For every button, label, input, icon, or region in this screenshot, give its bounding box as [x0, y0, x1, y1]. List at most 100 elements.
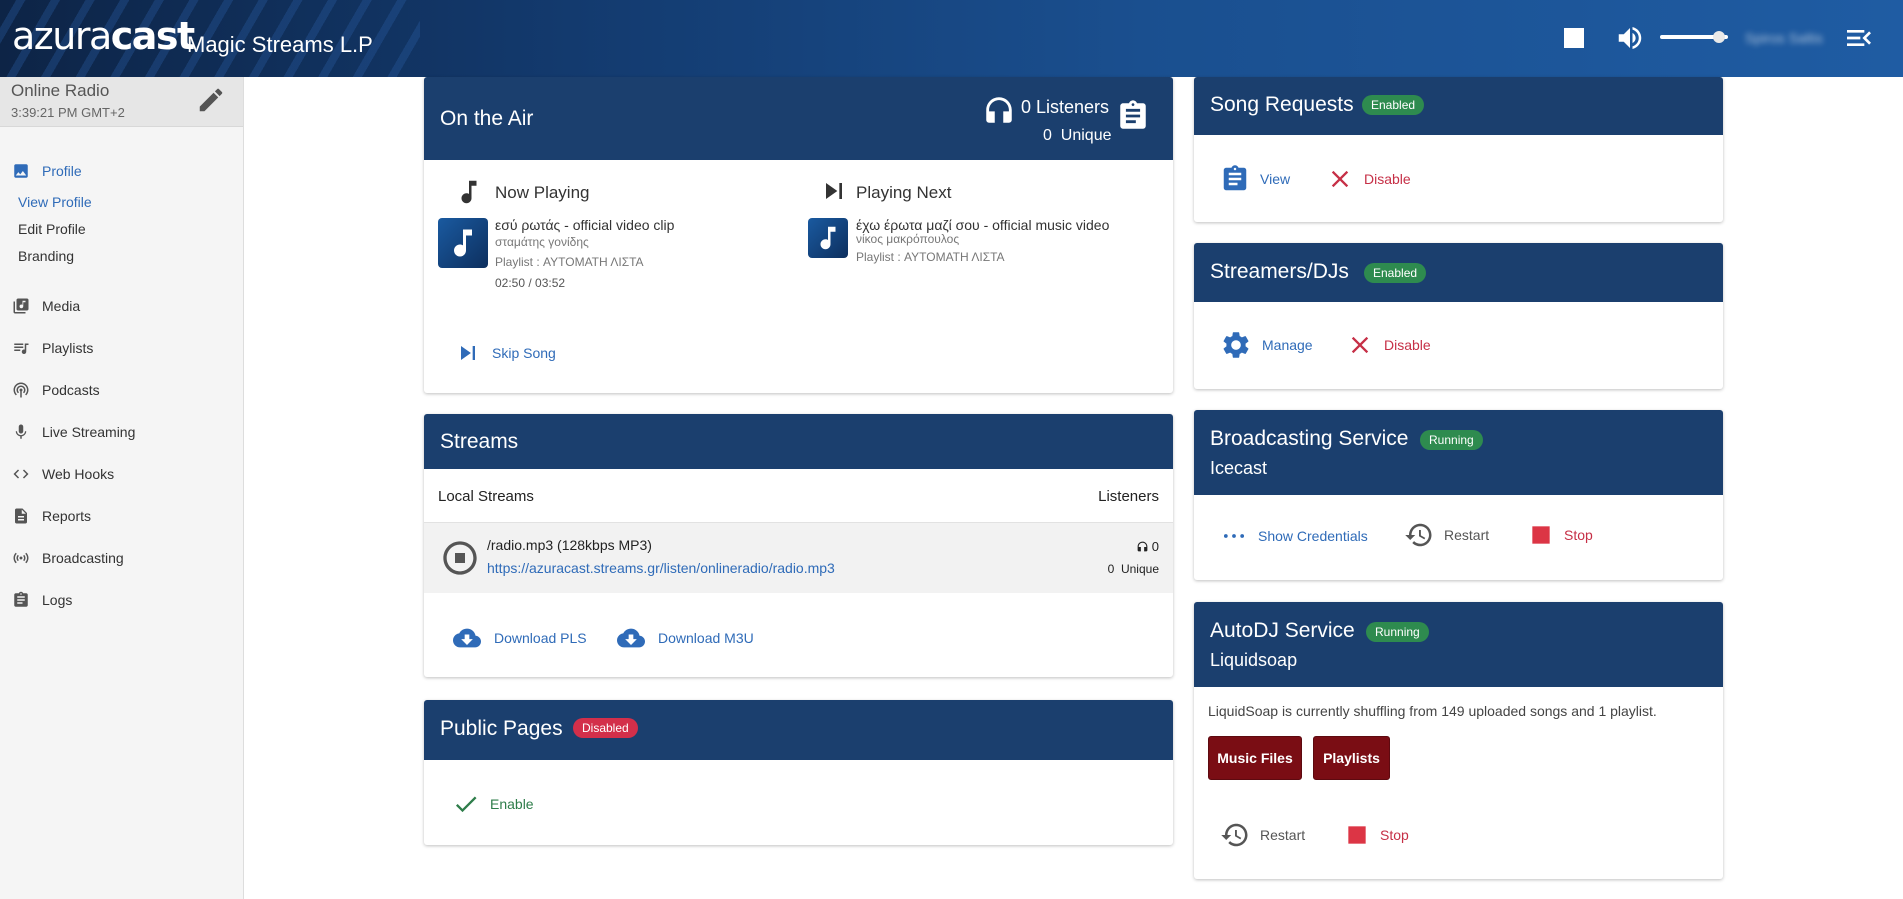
sidebar-item-media[interactable]: Media — [0, 292, 244, 320]
sidebar-item-label: Profile — [42, 163, 82, 179]
stream-listeners: 0 — [1136, 539, 1159, 554]
azuracast-logo[interactable]: azuracast — [12, 14, 195, 58]
volume-icon — [1618, 27, 1642, 49]
restart-autodj-button[interactable]: Restart — [1220, 820, 1305, 850]
sidebar-item-reports[interactable]: Reports — [0, 502, 244, 530]
sidebar-item-logs[interactable]: Logs — [0, 586, 244, 614]
more-horizontal-icon — [1223, 534, 1245, 538]
status-badge: Disabled — [573, 718, 638, 738]
volume-slider-handle[interactable] — [1713, 31, 1725, 43]
edit-station-button[interactable] — [196, 85, 226, 115]
disable-requests-button[interactable]: Disable — [1326, 165, 1411, 193]
close-icon — [1331, 170, 1349, 188]
headphones-icon — [1137, 541, 1148, 552]
now-playing-title: εσύ ρωτάς - official video clip — [495, 217, 675, 233]
music-note-icon — [461, 180, 477, 204]
user-name[interactable]: Spiros Saltis — [1745, 30, 1823, 46]
volume-button[interactable] — [1614, 22, 1646, 54]
gear-icon — [1223, 332, 1249, 358]
sidebar-item-profile[interactable]: Profile — [0, 157, 244, 185]
status-badge: Enabled — [1362, 95, 1425, 115]
playing-next-album-art — [808, 218, 848, 258]
view-requests-button[interactable]: View — [1220, 163, 1290, 195]
autodj-description: LiquidSoap is currently shuffling from 1… — [1208, 703, 1657, 719]
now-playing-playlist: Playlist : ΑΥΤΟΜΑΤΗ ΛΙΣΤΑ — [495, 255, 644, 269]
assignment-icon — [11, 590, 31, 610]
podcast-icon — [11, 380, 31, 400]
menu-collapse-icon — [1847, 30, 1871, 46]
menu-toggle-button[interactable] — [1843, 22, 1875, 54]
sidebar-subitem-edit-profile[interactable]: Edit Profile — [18, 221, 86, 237]
sidebar-item-label: Logs — [42, 592, 73, 608]
station-name: Online Radio — [11, 81, 110, 100]
show-credentials-button[interactable]: Show Credentials — [1220, 522, 1368, 550]
stream-play-button[interactable] — [440, 538, 480, 581]
public-pages-title: Public Pages — [440, 717, 563, 740]
stop-icon — [1348, 826, 1366, 844]
music-note-icon — [820, 226, 836, 250]
download-m3u-button[interactable]: Download M3U — [614, 624, 754, 652]
top-header: azuracast Magic Streams L.P Spiros Salti… — [0, 0, 1903, 77]
broadcasting-service-title: Broadcasting Service — [1210, 427, 1409, 450]
stop-radio-button[interactable] — [1558, 22, 1590, 54]
on-the-air-title: On the Air — [440, 107, 534, 130]
skip-song-button[interactable]: Skip Song — [454, 339, 556, 367]
sidebar-item-label: Playlists — [42, 340, 94, 356]
sidebar-item-broadcasting[interactable]: Broadcasting — [0, 544, 244, 572]
now-playing-artist: σταμάτης γονίδης — [495, 235, 589, 249]
streams-header: Streams — [424, 414, 1173, 469]
cloud-download-icon — [453, 628, 481, 648]
queue-music-icon — [11, 338, 31, 358]
sidebar-item-live-streaming[interactable]: Live Streaming — [0, 418, 244, 446]
on-the-air-card: On the Air 0 Listeners 0 Unique Now Play… — [424, 77, 1173, 393]
sidebar-subitem-branding[interactable]: Branding — [18, 248, 74, 264]
station-title: Magic Streams L.P — [187, 32, 373, 57]
broadcast-icon — [11, 548, 31, 568]
sidebar-subitem-view-profile[interactable]: View Profile — [18, 194, 92, 210]
listener-report-button[interactable] — [1116, 97, 1150, 138]
now-playing-label: Now Playing — [495, 183, 590, 202]
manage-streamers-button[interactable]: Manage — [1220, 329, 1313, 361]
stop-icon — [1532, 526, 1550, 544]
stop-autodj-button[interactable]: Stop — [1344, 822, 1409, 848]
song-requests-title: Song Requests — [1210, 93, 1354, 116]
stream-url-link[interactable]: https://azuracast.streams.gr/listen/onli… — [487, 560, 835, 576]
restart-broadcasting-button[interactable]: Restart — [1404, 520, 1489, 550]
public-pages-header: Public Pages Disabled — [424, 700, 1173, 760]
status-badge: Running — [1420, 430, 1483, 450]
streams-title: Streams — [440, 430, 519, 453]
clipboard-icon — [1223, 165, 1247, 191]
clipboard-icon — [1120, 100, 1146, 129]
playlists-button[interactable]: Playlists — [1313, 736, 1390, 780]
disable-streamers-button[interactable]: Disable — [1346, 331, 1431, 359]
local-streams-column-header: Local Streams — [438, 488, 534, 505]
stop-broadcasting-button[interactable]: Stop — [1528, 522, 1593, 548]
enable-public-pages-button[interactable]: Enable — [452, 790, 534, 818]
stream-row: /radio.mp3 (128kbps MP3) https://azuraca… — [424, 522, 1173, 593]
autodj-service-subtitle: Liquidsoap — [1210, 650, 1298, 670]
stop-icon — [1564, 28, 1584, 48]
autodj-service-header: AutoDJ Service Running Liquidsoap — [1194, 602, 1723, 687]
sidebar-item-label: Podcasts — [42, 382, 100, 398]
stream-name: /radio.mp3 (128kbps MP3) — [487, 537, 652, 553]
sidebar-item-playlists[interactable]: Playlists — [0, 334, 244, 362]
now-playing-album-art — [438, 218, 488, 268]
playing-next-label: Playing Next — [856, 183, 952, 202]
broadcasting-service-card: Broadcasting Service Running Icecast Sho… — [1194, 410, 1723, 580]
streamers-card: Streamers/DJs Enabled Manage Disable — [1194, 243, 1723, 389]
sidebar-item-label: Live Streaming — [42, 424, 136, 440]
music-files-button[interactable]: Music Files — [1208, 736, 1302, 780]
playing-next-playlist: Playlist : ΑΥΤΟΜΑΤΗ ΛΙΣΤΑ — [856, 250, 1005, 264]
streams-card: Streams Local Streams Listeners /radio.m… — [424, 414, 1173, 677]
sidebar: Online Radio 3:39:21 PM GMT+2 Profile Vi… — [0, 77, 244, 899]
song-requests-header: Song Requests Enabled — [1194, 77, 1723, 135]
sidebar-item-podcasts[interactable]: Podcasts — [0, 376, 244, 404]
check-icon — [455, 796, 477, 813]
song-requests-card: Song Requests Enabled View Disable — [1194, 77, 1723, 222]
skip-next-icon — [826, 183, 842, 199]
status-badge: Running — [1366, 622, 1429, 642]
sidebar-item-label: Web Hooks — [42, 466, 115, 482]
status-badge: Enabled — [1364, 263, 1427, 283]
sidebar-item-web-hooks[interactable]: Web Hooks — [0, 460, 244, 488]
download-pls-button[interactable]: Download PLS — [450, 624, 587, 652]
